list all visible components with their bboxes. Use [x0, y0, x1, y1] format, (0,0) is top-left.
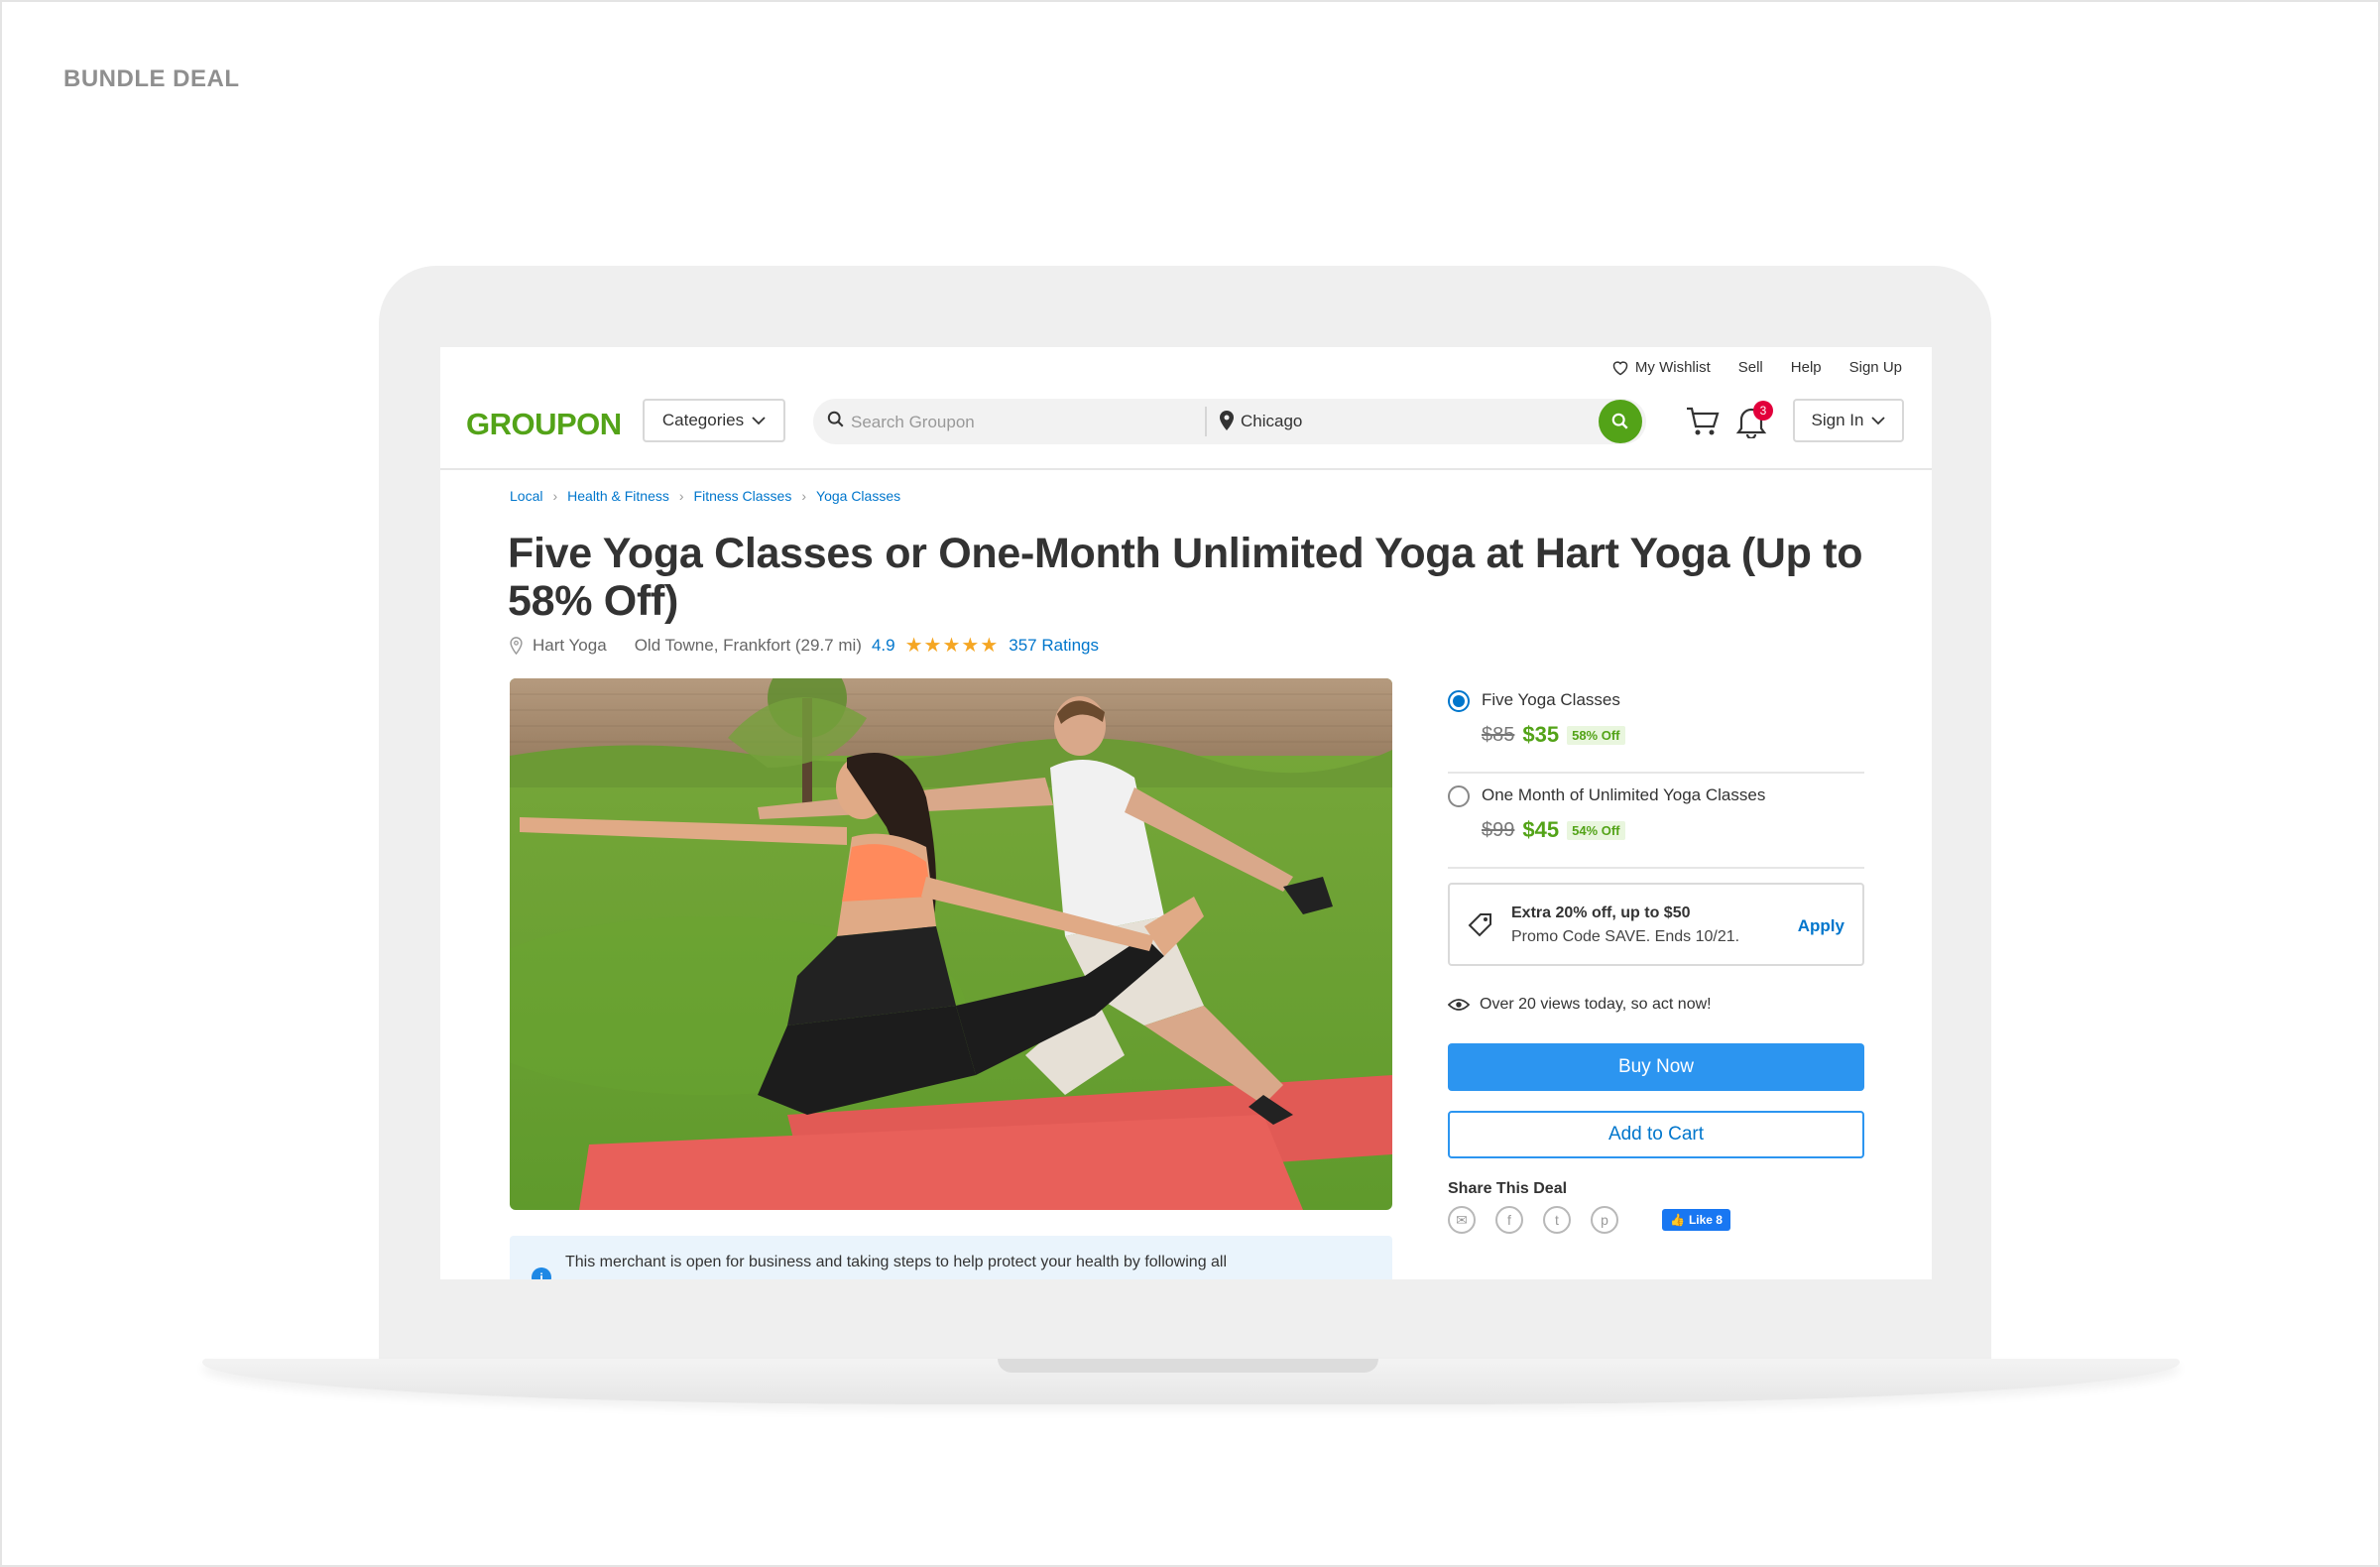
eye-icon [1448, 999, 1470, 1011]
search-divider [1205, 407, 1207, 436]
section-label: BUNDLE DEAL [63, 65, 240, 92]
wishlist-link[interactable]: My Wishlist [1611, 359, 1711, 376]
search-submit-button[interactable] [1599, 400, 1642, 443]
rating-value: 4.9 [871, 635, 895, 655]
option-name: One Month of Unlimited Yoga Classes [1482, 785, 1766, 804]
breadcrumb-yoga-classes[interactable]: Yoga Classes [816, 488, 900, 504]
deal-title: Five Yoga Classes or One-Month Unlimited… [508, 530, 1863, 625]
share-row: ✉ f t p 👍 Like 8 [1448, 1206, 1730, 1234]
apply-promo-button[interactable]: Apply [1798, 916, 1844, 936]
signin-button[interactable]: Sign In [1793, 399, 1904, 442]
fb-like-label: Like 8 [1688, 1213, 1723, 1227]
views-indicator: Over 20 views today, so act now! [1448, 996, 1712, 1014]
facebook-share-icon[interactable]: f [1495, 1206, 1523, 1234]
merchant-location: Old Towne, Frankfort (29.7 mi) [634, 635, 862, 655]
safety-notice-text: This merchant is open for business and t… [565, 1254, 1228, 1270]
breadcrumb-local[interactable]: Local [510, 488, 542, 504]
add-to-cart-button[interactable]: Add to Cart [1448, 1111, 1864, 1158]
pinterest-share-icon[interactable]: p [1591, 1206, 1618, 1234]
promo-box: Extra 20% off, up to $50 Promo Code SAVE… [1448, 883, 1864, 966]
sell-link[interactable]: Sell [1738, 359, 1763, 376]
browser-screen: My Wishlist Sell Help Sign Up GROUPON Ca… [440, 347, 1932, 1279]
search-icon [1611, 413, 1628, 429]
safety-notice: i This merchant is open for business and… [510, 1236, 1392, 1279]
breadcrumb-health-fitness[interactable]: Health & Fitness [567, 488, 669, 504]
location-input[interactable]: Chicago [1241, 412, 1302, 431]
breadcrumb: Local › Health & Fitness › Fitness Class… [510, 488, 900, 504]
search-icon [827, 411, 844, 427]
yoga-photo [510, 678, 1392, 1210]
utility-bar: My Wishlist Sell Help Sign Up [1611, 359, 1902, 376]
help-link[interactable]: Help [1791, 359, 1822, 376]
twitter-share-icon[interactable]: t [1543, 1206, 1571, 1234]
discount-price: $45 [1522, 817, 1560, 842]
cart-icon[interactable] [1686, 407, 1720, 436]
promo-code-text: Promo Code SAVE. Ends 10/21. [1511, 928, 1740, 945]
wishlist-label: My Wishlist [1634, 359, 1711, 376]
site-header: GROUPON Categories Search Groupon Chicag… [440, 397, 1932, 470]
option-radio-selected[interactable] [1448, 690, 1470, 712]
location-pin-icon [1220, 411, 1234, 430]
deal-image[interactable] [510, 678, 1392, 1210]
categories-button[interactable]: Categories [643, 399, 785, 442]
option-name: Five Yoga Classes [1482, 690, 1620, 709]
search-input[interactable]: Search Groupon [851, 413, 975, 432]
option-price: $85 $35 58% Off [1482, 722, 1625, 748]
thumbs-up-icon: 👍 [1670, 1213, 1685, 1227]
notifications-button[interactable]: 3 [1735, 401, 1773, 443]
groupon-logo[interactable]: GROUPON [466, 407, 622, 442]
buy-now-button[interactable]: Buy Now [1448, 1043, 1864, 1091]
deal-option-2[interactable]: One Month of Unlimited Yoga Classes $99 … [1448, 774, 1864, 869]
email-share-icon[interactable]: ✉ [1448, 1206, 1476, 1234]
info-icon: i [532, 1267, 551, 1279]
location-pin-icon [510, 636, 523, 655]
chevron-down-icon [752, 417, 766, 425]
discount-badge: 54% Off [1567, 820, 1625, 840]
option-price: $99 $45 54% Off [1482, 817, 1625, 843]
breadcrumb-fitness-classes[interactable]: Fitness Classes [694, 488, 792, 504]
price-tag-icon [1468, 913, 1491, 937]
promo-headline: Extra 20% off, up to $50 [1511, 904, 1691, 921]
chevron-down-icon [1871, 417, 1886, 425]
discount-badge: 58% Off [1567, 725, 1625, 745]
heart-icon [1612, 360, 1628, 375]
chevron-right-icon: › [801, 488, 807, 504]
chevron-right-icon: › [678, 488, 684, 504]
original-price: $99 [1482, 818, 1515, 841]
deal-meta: Hart Yoga Old Towne, Frankfort (29.7 mi)… [510, 633, 1099, 658]
option-radio[interactable] [1448, 785, 1470, 807]
signin-label: Sign In [1811, 411, 1864, 429]
facebook-like-button[interactable]: 👍 Like 8 [1662, 1209, 1730, 1231]
notification-badge: 3 [1753, 401, 1773, 421]
chevron-right-icon: › [552, 488, 558, 504]
rating-stars: ★★★★★ [904, 635, 1000, 657]
deal-option-1[interactable]: Five Yoga Classes $85 $35 58% Off [1448, 678, 1864, 774]
share-title: Share This Deal [1448, 1180, 1568, 1197]
original-price: $85 [1482, 723, 1515, 746]
search-bar: Search Groupon Chicago [813, 399, 1646, 444]
signup-link[interactable]: Sign Up [1849, 359, 1902, 376]
ratings-count-link[interactable]: 357 Ratings [1009, 636, 1099, 656]
merchant-name[interactable]: Hart Yoga [533, 636, 607, 656]
discount-price: $35 [1522, 722, 1560, 747]
categories-label: Categories [661, 411, 745, 429]
laptop-notch [998, 1359, 1378, 1373]
views-text: Over 20 views today, so act now! [1480, 996, 1712, 1013]
